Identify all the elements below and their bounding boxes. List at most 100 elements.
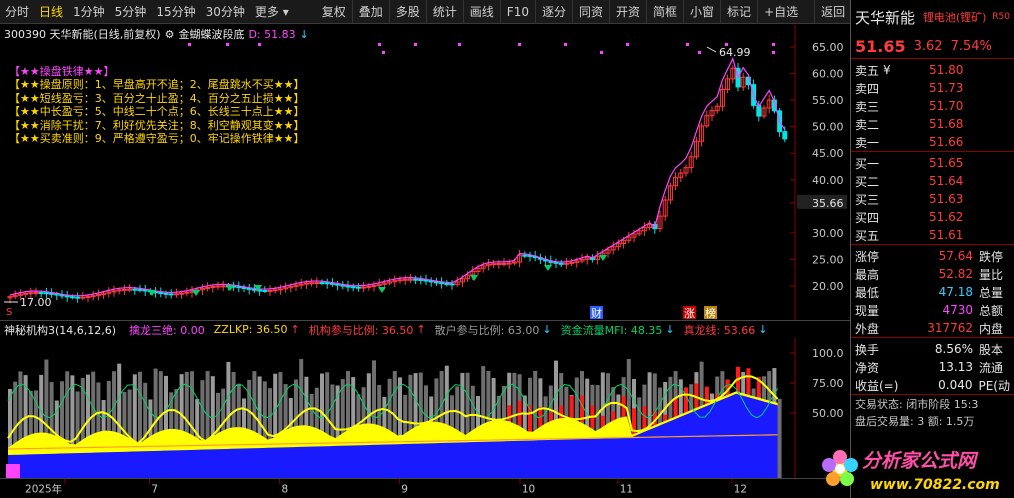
quote-title-row: 天华新能 锂电池(锂矿) R50	[851, 0, 1014, 34]
stat-label: 换手	[855, 342, 880, 357]
rule-line: 【★★操盘原则：1、早盘高开不追；2、尾盘跳水不买★★】	[9, 78, 305, 92]
stat-row: 最高 52.82 量比	[851, 265, 1014, 283]
candle-body	[142, 289, 148, 292]
toolbar-button[interactable]: F10	[499, 0, 535, 23]
event-marker[interactable]: 财	[591, 306, 602, 320]
toolbar-button[interactable]: 复权	[316, 0, 352, 23]
toolbar-button[interactable]: 开资	[609, 0, 646, 23]
price-tick-label: 55.00	[812, 94, 844, 107]
toolbar-button[interactable]: 小窗	[683, 0, 720, 23]
sub-indicator-name[interactable]: 神秘机构3(14,6,12,6)	[4, 322, 116, 338]
trade-status: 交易状态: 闭市阶段 15:3	[851, 394, 1014, 412]
candle-body	[423, 279, 429, 282]
logo-text: 分析家公式网	[862, 450, 979, 472]
date-axis: 2025年 7 8 9 10 11 12	[0, 478, 850, 495]
candle-body	[496, 262, 502, 265]
ask-mark: ¥	[883, 63, 891, 77]
toolbar-button[interactable]: 简框	[646, 0, 683, 23]
period-tab[interactable]: 30分钟	[201, 0, 250, 23]
ask-label: 卖四	[855, 81, 880, 96]
toolbar-button[interactable]: 标记	[720, 0, 757, 23]
price-tick-label: 60.00	[812, 68, 844, 81]
period-tab[interactable]: 更多 ▾	[250, 0, 294, 23]
quote-tag: R50	[992, 12, 1010, 22]
trend-arrow-icon: ↓	[542, 323, 552, 336]
candle-body	[64, 295, 70, 298]
candle-body	[262, 290, 268, 293]
candle-body	[116, 289, 122, 292]
period-tab[interactable]: 5分钟	[110, 0, 152, 23]
toolbar-button[interactable]: 同资	[571, 0, 609, 23]
logo-url: www.70822.com	[870, 477, 1000, 493]
ask-price: 51.80	[929, 63, 964, 77]
quote-change: 3.62	[913, 38, 943, 54]
bid-row[interactable]: 买五 51.61	[851, 226, 1014, 244]
bid-label: 买五	[855, 228, 880, 243]
date-tick-label: 12	[734, 483, 747, 495]
price-tick-label: 40.00	[812, 174, 844, 187]
ask-label: 卖二	[855, 117, 880, 132]
candle-body	[345, 285, 351, 288]
signal-dot	[772, 51, 775, 54]
event-marker[interactable]: 榜	[705, 306, 716, 320]
period-tab[interactable]: 分时	[0, 0, 34, 23]
toolbar-button[interactable]: +自选	[757, 0, 804, 23]
buy-arrow-icon	[599, 255, 607, 261]
bid-row[interactable]: 买二 51.64	[851, 172, 1014, 190]
candle-body	[782, 131, 788, 140]
bid-price: 51.65	[929, 156, 964, 170]
signal-dot	[626, 43, 629, 46]
rule-line: 【★★中长盈亏：5、中线二十个点；6、长线三十点上★★】	[9, 105, 305, 119]
candle-body	[220, 285, 226, 288]
candle-body	[251, 288, 257, 291]
quote-stock-name[interactable]: 天华新能	[855, 7, 915, 28]
date-tick-label: 10	[522, 483, 535, 495]
candle-body	[267, 289, 273, 292]
candle-body	[303, 282, 309, 285]
toolbar-button[interactable]: 统计	[425, 0, 463, 23]
ask-price: 51.73	[929, 81, 964, 95]
trade-status-text: 交易状态: 闭市阶段 15:3	[855, 397, 979, 411]
ask-row[interactable]: 卖四 51.73	[851, 79, 1014, 97]
toolbar-button[interactable]: 逐分	[534, 0, 572, 23]
ask-price: 51.66	[929, 135, 964, 149]
candle-body	[215, 285, 221, 288]
stat-row: 净资 13.13 流通	[851, 358, 1014, 376]
buy-arrow-icon	[226, 285, 234, 291]
signal-dot	[698, 51, 701, 54]
candle-body	[366, 285, 372, 288]
toolbar-button[interactable]: 画线	[462, 0, 500, 23]
toolbar-button[interactable]: 返回	[814, 0, 851, 23]
period-tab[interactable]: 15分钟	[151, 0, 200, 23]
sub-indicator-value: 真龙线: 53.66	[683, 323, 756, 337]
quote-stats-2: 换手 8.56% 股本 净资 13.13 流通 收益(=) 0.040 PE(动	[851, 337, 1014, 394]
period-tab[interactable]: 日线	[34, 0, 68, 23]
toolbar-button[interactable]: 叠加	[351, 0, 389, 23]
candle-body	[361, 286, 367, 289]
ask-label: 卖三	[855, 99, 880, 114]
sub-indicator-value: 散户参与比例: 63.00	[434, 323, 540, 337]
period-tab[interactable]: 1分钟	[68, 0, 110, 23]
candle-body	[75, 296, 81, 299]
ask-row[interactable]: 卖三 51.70	[851, 97, 1014, 115]
candle-body	[173, 293, 179, 296]
bid-row[interactable]: 买三 51.63	[851, 190, 1014, 208]
signal-dot	[564, 43, 567, 46]
indicator-chart[interactable]: 100.0 75.00 50.00	[0, 338, 850, 478]
stat-row: 最低 47.18 总量	[851, 283, 1014, 301]
candle-body	[309, 282, 315, 285]
ask-row[interactable]: 卖一 51.66	[851, 133, 1014, 151]
candle-body	[179, 292, 185, 295]
bid-price: 51.62	[929, 210, 964, 224]
sub-tick-label: 100.0	[812, 347, 844, 360]
candle-body	[168, 293, 174, 296]
stat-row: 涨停 57.64 跌停	[851, 247, 1014, 265]
quote-sector[interactable]: 锂电池(锂矿)	[923, 9, 987, 25]
ask-row[interactable]: 卖五 ¥51.80	[851, 61, 1014, 79]
bid-row[interactable]: 买一 51.65	[851, 154, 1014, 172]
sub-red-bar	[548, 412, 553, 422]
event-marker[interactable]: 涨	[684, 307, 695, 320]
toolbar-button[interactable]: 多股	[388, 0, 426, 23]
ask-row[interactable]: 卖二 51.68	[851, 115, 1014, 133]
bid-row[interactable]: 买四 51.62	[851, 208, 1014, 226]
